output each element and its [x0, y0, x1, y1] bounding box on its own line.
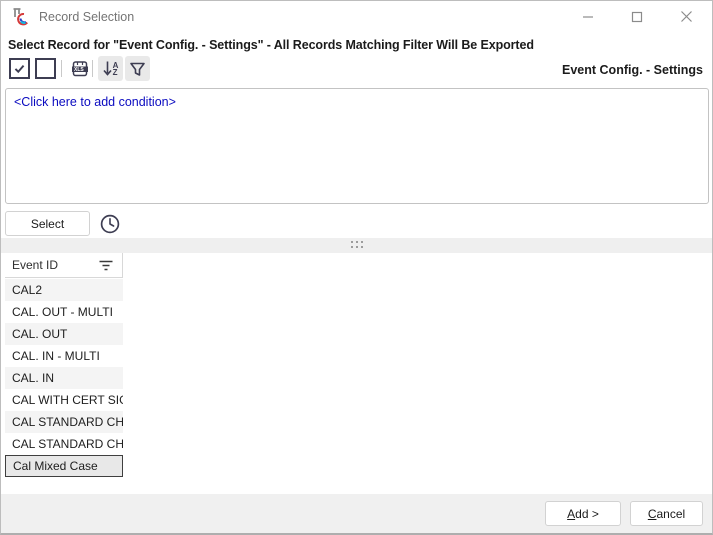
column-header-event-id[interactable]: Event ID — [5, 253, 123, 278]
footer-bar: Add > Cancel — [1, 494, 712, 534]
filter-builder-panel[interactable]: <Click here to add condition> — [5, 88, 709, 204]
list-item[interactable]: CAL. OUT — [5, 323, 123, 345]
select-all-checkbox[interactable] — [9, 58, 30, 79]
column-filter-icon[interactable] — [99, 260, 113, 271]
list-item-selected[interactable]: Cal Mixed Case — [5, 455, 123, 477]
close-icon — [680, 10, 693, 23]
clock-icon — [99, 213, 121, 235]
export-xls-icon: XLS — [70, 58, 90, 79]
history-button[interactable] — [98, 212, 121, 235]
add-condition-link[interactable]: <Click here to add condition> — [14, 95, 176, 109]
list-item[interactable]: CAL. IN - MULTI — [5, 345, 123, 367]
close-button[interactable] — [663, 1, 709, 32]
svg-text:XLS: XLS — [74, 67, 84, 73]
list-item[interactable]: CAL. IN — [5, 367, 123, 389]
toolbar: XLS AZ Event Config. - Settings — [1, 56, 712, 85]
add-button-label: Add > — [567, 507, 599, 521]
list-item[interactable]: CAL. OUT - MULTI — [5, 301, 123, 323]
maximize-button[interactable] — [614, 1, 660, 32]
add-button[interactable]: Add > — [545, 501, 621, 526]
clear-selection-checkbox[interactable] — [35, 58, 56, 79]
list-item[interactable]: CAL STANDARD CHEC — [5, 411, 123, 433]
checkmark-icon — [13, 62, 26, 75]
list-item[interactable]: CAL2 — [5, 279, 123, 301]
cancel-button[interactable]: Cancel — [630, 501, 703, 526]
splitter-grip-icon[interactable] — [351, 241, 363, 248]
export-xls-button[interactable]: XLS — [67, 56, 92, 81]
column-header-label: Event ID — [12, 258, 99, 272]
cancel-button-label: Cancel — [648, 507, 685, 521]
toolbar-separator — [61, 60, 62, 77]
window-title: Record Selection — [39, 10, 134, 24]
sort-az-icon: AZ — [103, 60, 119, 77]
toolbar-separator — [92, 60, 93, 77]
list-item[interactable]: CAL WITH CERT SIGN — [5, 389, 123, 411]
select-button[interactable]: Select — [5, 211, 90, 236]
record-selection-dialog: Record Selection Select Record for "Even… — [0, 0, 713, 535]
list-item[interactable]: CAL STANDARD CHEC — [5, 433, 123, 455]
minimize-button[interactable] — [565, 1, 611, 32]
minimize-icon — [582, 11, 594, 23]
context-table-label: Event Config. - Settings — [562, 63, 703, 77]
sort-az-button[interactable]: AZ — [98, 56, 123, 81]
splitter-bar — [1, 238, 712, 253]
filter-funnel-icon — [129, 61, 146, 77]
title-bar: Record Selection — [1, 1, 712, 33]
instruction-text: Select Record for "Event Config. - Setti… — [8, 38, 534, 52]
app-logo-icon — [11, 7, 30, 26]
maximize-icon — [631, 11, 643, 23]
filter-button[interactable] — [125, 56, 150, 81]
